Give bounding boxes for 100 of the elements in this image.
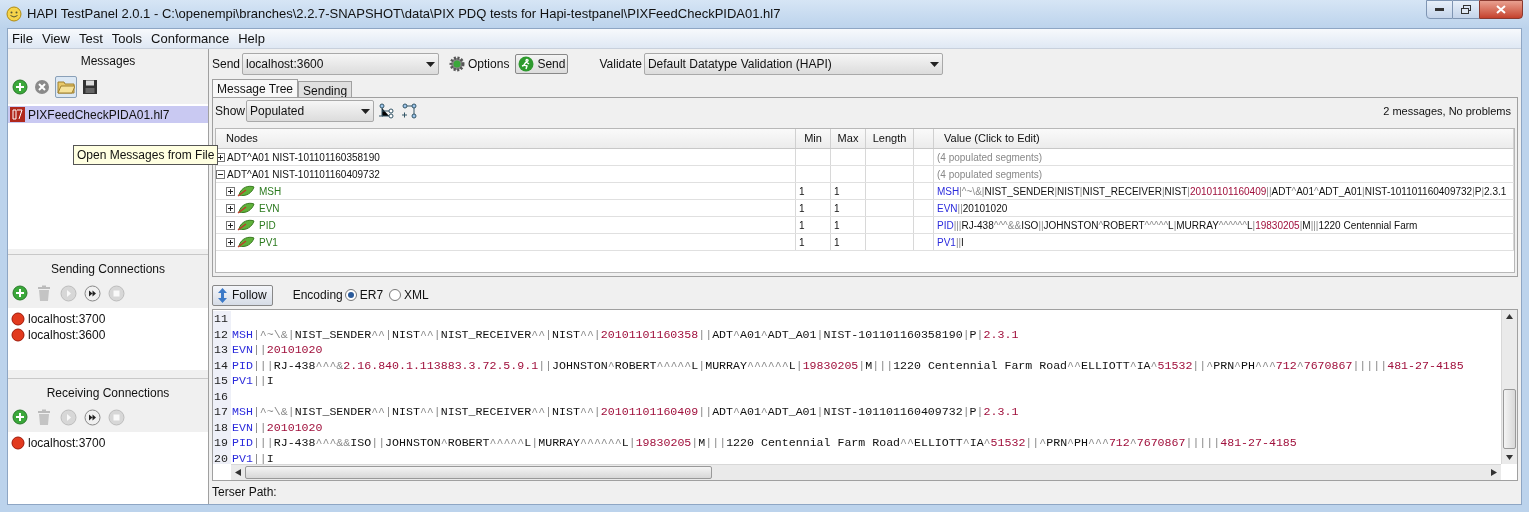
tree-node[interactable]: EVN [259,200,280,216]
expand-icon[interactable] [226,203,235,213]
panel-title: Receiving Connections [45,385,171,402]
vertical-scrollbar[interactable] [1501,310,1517,464]
code-line: MSH|^~\&|NIST_SENDER^^|NIST^^|NIST_RECEIVER^^|NIST^^|20101101160409||ADT^A01^ADT_A01|NIST-101101160409732|P|2.3.1 [231,404,1019,420]
options-button[interactable]: Options [447,54,512,74]
column-header[interactable]: Min [796,129,831,148]
menu-item[interactable]: Tools [111,28,143,49]
minimize-icon [1435,8,1444,11]
table-cell: 1 [796,200,831,216]
radio-label[interactable]: XML [404,286,429,304]
scroll-up-icon[interactable] [1506,314,1513,319]
expand-icon[interactable] [226,237,235,247]
up-down-arrow-icon [218,287,227,303]
scroll-right-icon[interactable] [1491,469,1497,476]
leaf-icon [237,236,255,248]
scroll-left-icon[interactable] [235,469,241,476]
leaf-icon [237,202,255,214]
table-cell[interactable]: PID|||RJ-438^^^&&ISO||JOHNSTON^ROBERT^^^^^L|MURRAY^^^^^^L|19830205|M|||1220 Centennial Farm [934,217,1514,233]
table-cell[interactable]: (4 populated segments) [934,149,1514,165]
connection-item[interactable]: localhost:3700 [28,434,106,452]
horizontal-scrollbar[interactable] [231,464,1501,480]
add-icon[interactable] [11,408,29,426]
table-cell: 1 [796,183,831,199]
table-cell: 1 [831,234,866,250]
send-button[interactable]: Send [515,54,569,74]
table-cell[interactable]: EVN||20101020 [934,200,1514,216]
status-dot-icon [11,436,25,450]
tab[interactable]: Sending [298,81,353,97]
expand-icon[interactable] [216,152,225,162]
caret-icon [361,108,371,114]
table-cell[interactable]: (4 populated segments) [934,166,1514,182]
radio-button[interactable] [389,289,402,301]
table-cell[interactable]: PV1||I [934,234,1514,250]
maximize-button[interactable] [1453,0,1479,19]
line-number: 13 [213,342,231,358]
scroll-down-icon[interactable] [1506,455,1513,460]
menu-item[interactable]: File [12,28,33,49]
menu-item[interactable]: Conformance [151,28,230,49]
panel-title: Sending Connections [49,261,167,278]
tree-node[interactable]: ADT^A01 NIST-101101160358190 [227,149,380,165]
tree-node[interactable]: PID [259,217,276,233]
connection-item[interactable]: localhost:3700 [28,310,106,328]
save-icon[interactable] [81,78,99,96]
expand-icon[interactable] [226,220,235,230]
close-icon [1496,5,1506,14]
smiley-icon [6,6,22,22]
line-number: 15 [213,373,231,389]
destination-dropdown[interactable]: localhost:3600 [242,53,440,75]
table-cell[interactable]: MSH|^~\&|NIST_SENDER|NIST|NIST_RECEIVER|NIST|20101101160409||ADT^A01^ADT_A01|NIST-101101160409732|P|2.3.1 [934,183,1514,199]
tree-node[interactable]: ADT^A01 NIST-101101160409732 [227,166,380,182]
menu-item[interactable]: Help [238,28,265,49]
tooltip: Open Messages from File [73,145,219,165]
line-number: 19 [213,435,231,451]
caret-icon [929,61,939,67]
column-header[interactable]: Nodes [216,129,796,148]
remove-icon[interactable] [33,78,51,96]
table-cell: 1 [796,234,831,250]
collapse-all-icon[interactable] [378,103,395,119]
follow-button[interactable]: Follow [212,284,273,306]
radio-button[interactable] [344,289,357,301]
radio-label[interactable]: ER7 [359,286,384,304]
panel-title: Messages [79,53,137,70]
add-icon[interactable] [11,78,29,96]
message-file-item[interactable]: PIXFeedCheckPIDA01.hl7 [8,106,208,123]
status-text: 2 messages, No problems [1383,103,1511,119]
line-number: 11 [213,311,231,327]
send-label: Send [212,56,241,73]
code-line: PID|||RJ-438^^^&2.16.840.1.113883.3.72.5.9.1||JOHNSTON^ROBERT^^^^^L|MURRAY^^^^^^L|19830205|M|||1220 Centennial Farm Road^^ELLIOTT^IA^51532||^PRN^PH^^^712^7670867|||||481-27-4185 [231,357,1464,373]
menu-item[interactable]: Test [78,28,103,49]
status-dot-icon [11,312,25,326]
tab[interactable]: Message Tree [212,79,299,97]
show-label: Show [215,103,246,120]
menu-item[interactable]: View [41,28,70,49]
close-button[interactable] [1479,0,1523,19]
caret-icon [426,61,436,67]
add-icon[interactable] [11,284,29,302]
tree-node[interactable]: MSH [259,183,282,199]
show-dropdown[interactable]: Populated [246,100,375,122]
leaf-icon [237,219,255,231]
fast-forward-icon[interactable] [83,408,101,426]
table-cell: 1 [831,200,866,216]
window-title: HAPI TestPanel 2.0.1 - C:\openempi\branches\2.2.7-SNAPSHOT\data\PIX PDQ tests for Hapi-testpanel\PIXFeedCheckPIDA01.hl7 [27,5,782,24]
leaf-icon [237,185,255,197]
line-number: 17 [213,404,231,420]
collapse-icon[interactable] [216,169,225,179]
minimize-button[interactable] [1426,0,1453,19]
column-header[interactable]: Value (Click to Edit) [934,129,1514,148]
message-editor[interactable] [212,309,1518,481]
expand-icon[interactable] [226,186,235,196]
connection-item[interactable]: localhost:3600 [28,326,106,344]
tree-node[interactable]: PV1 [259,234,278,250]
fast-forward-icon[interactable] [83,284,101,302]
status-dot-icon [11,328,25,342]
expand-all-icon[interactable] [401,103,418,119]
table-cell: 1 [831,183,866,199]
column-header[interactable]: Max [831,129,866,148]
validation-dropdown[interactable]: Default Datatype Validation (HAPI) [643,53,943,75]
code-line: EVN||20101020 [231,342,323,358]
column-header[interactable]: Length [866,129,914,148]
